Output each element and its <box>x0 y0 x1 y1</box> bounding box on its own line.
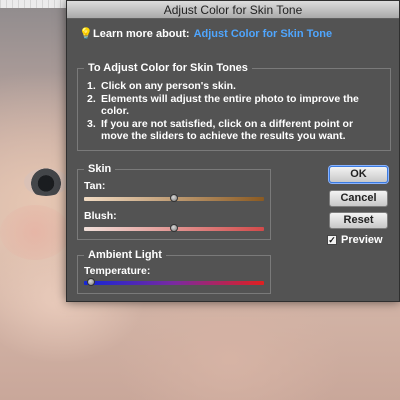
temperature-label: Temperature: <box>84 265 151 277</box>
temperature-slider[interactable] <box>84 278 264 286</box>
instruction-text: Click on any person's skin. <box>101 80 236 92</box>
tan-label: Tan: <box>84 180 106 192</box>
blush-label: Blush: <box>84 210 117 222</box>
preview-checkbox[interactable]: ✓ <box>327 235 337 245</box>
tan-slider[interactable] <box>84 194 264 202</box>
skin-group: Skin Tan: Blush: <box>77 163 271 240</box>
adjust-color-dialog: Adjust Color for Skin Tone 💡Learn more a… <box>66 0 400 302</box>
instruction-item: 1. Click on any person's skin. <box>87 80 382 93</box>
instruction-item: 3. If you are not satisfied, click on a d… <box>87 118 382 143</box>
ruler <box>0 0 70 8</box>
temperature-slider-thumb[interactable] <box>87 278 96 286</box>
lightbulb-icon: 💡 <box>79 28 93 40</box>
learn-more-prefix: Learn more about: <box>93 28 190 40</box>
cancel-button[interactable]: Cancel <box>329 190 388 207</box>
skin-legend: Skin <box>84 163 116 175</box>
preview-toggle[interactable]: ✓ Preview <box>327 234 383 246</box>
learn-more-link[interactable]: Adjust Color for Skin Tone <box>194 28 333 40</box>
instruction-text: Elements will adjust the entire photo to… <box>101 92 359 118</box>
ambient-legend: Ambient Light <box>84 249 166 261</box>
photo-eye <box>24 168 68 196</box>
blush-slider-thumb[interactable] <box>170 224 178 232</box>
dialog-title: Adjust Color for Skin Tone <box>67 1 399 19</box>
blush-slider[interactable] <box>84 224 264 232</box>
instructions-list: 1. Click on any person's skin. 2. Elements… <box>78 69 390 143</box>
reset-button[interactable]: Reset <box>329 212 388 229</box>
instruction-number: 3. <box>87 117 96 130</box>
instruction-number: 2. <box>87 92 96 105</box>
learn-more: 💡Learn more about: Adjust Color for Skin … <box>79 27 332 40</box>
instructions-group: To Adjust Color for Skin Tones 1. Click o… <box>77 62 391 151</box>
ambient-light-group: Ambient Light Temperature: <box>77 249 271 294</box>
preview-label: Preview <box>341 234 383 246</box>
tan-slider-thumb[interactable] <box>170 194 178 202</box>
photo-cheek <box>0 205 70 260</box>
instruction-number: 1. <box>87 80 96 92</box>
ok-button[interactable]: OK <box>329 166 388 183</box>
instruction-item: 2. Elements will adjust the entire photo … <box>87 93 382 118</box>
instruction-text: If you are not satisfied, click on a dif… <box>101 117 354 143</box>
instructions-legend: To Adjust Color for Skin Tones <box>84 62 252 74</box>
